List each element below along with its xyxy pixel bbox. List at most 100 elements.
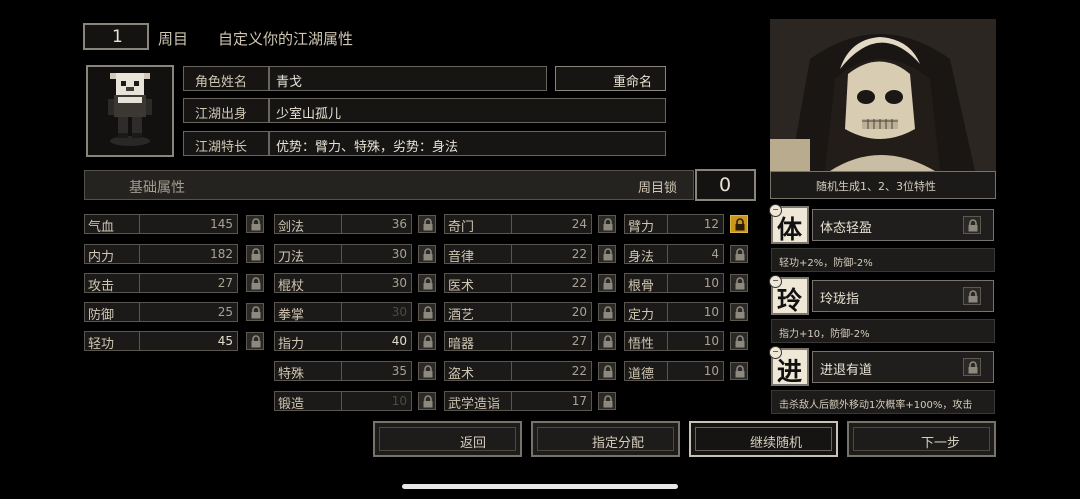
base-attr-title: 基础属性 [129,180,185,196]
avatar-frame [86,65,174,157]
name-label: 角色姓名 [195,75,248,90]
trait-box[interactable]: 玲珑指 [812,280,994,312]
trait-icon-char: 体 [777,215,803,244]
next-button[interactable]: 下一步 [847,421,996,457]
stat-col3-row: 武学造诣 17 [444,391,592,412]
lock-icon[interactable] [598,332,616,350]
trait-icon: − 玲 [769,275,809,315]
stat-col4-row: 道德 10 [624,361,724,382]
avatar [108,73,152,146]
origin-label-box: 江湖出身 [183,98,269,123]
trait-box[interactable]: 进退有道 [812,351,994,383]
trait-icon: − 进 [769,346,809,386]
back-button[interactable]: 返回 [373,421,522,457]
stat-value: 17 [571,394,587,408]
lock-icon[interactable] [963,216,981,234]
stat-col1-row: 攻击 27 [84,273,238,294]
stat-col2-row: 拳掌 30 [274,302,412,323]
lock-icon[interactable] [418,392,436,410]
round-lock-label: 周目锁 [638,181,678,196]
character-portrait [770,19,996,171]
stat-col2-row: 锻造 10 [274,391,412,412]
stat-col1-row: 气血 145 [84,214,238,235]
trait-desc: 指力+10，防御-2% [779,329,870,340]
trait-desc-box: 轻功+2%，防御-2% [771,248,995,272]
lock-icon[interactable] [730,303,748,321]
stat-name: 臂力 [628,220,655,235]
lock-icon[interactable] [963,358,981,376]
stat-value: 30 [391,305,407,319]
lock-icon[interactable] [598,303,616,321]
stat-value: 10 [391,394,407,408]
stat-name: 盗术 [448,367,475,382]
lock-icon[interactable] [246,215,264,233]
stat-name: 防御 [88,308,115,323]
lock-icon[interactable] [418,303,436,321]
stat-name: 根骨 [628,279,655,294]
lock-icon[interactable] [418,362,436,380]
name-label-box: 角色姓名 [183,66,269,91]
stat-name: 攻击 [88,279,115,294]
page-title: 自定义你的江湖属性 [218,30,354,48]
name-field[interactable]: 青戈 [269,66,547,91]
trait-icon-char: 玲 [777,286,803,315]
stat-name: 定力 [628,308,655,323]
specialty-label: 江湖特长 [195,140,248,155]
lock-icon[interactable] [598,362,616,380]
lock-icon[interactable] [246,245,264,263]
traits-header: 随机生成1、2、3位特性 [770,171,996,199]
stat-name: 音律 [448,250,475,265]
specialty-label-box: 江湖特长 [183,131,269,156]
specialty-field: 优势：臂力、特殊，劣势：身法 [269,131,666,156]
stat-value: 30 [391,247,407,261]
lock-icon[interactable] [730,245,748,263]
round-number-box: 1 [83,23,149,50]
assign-button-label: 指定分配 [591,436,644,451]
round-lock-value-box[interactable]: 0 [695,169,756,201]
stat-value: 25 [217,305,233,319]
lock-icon[interactable] [730,332,748,350]
stat-name: 气血 [88,220,115,235]
lock-icon[interactable] [246,332,264,350]
back-button-label: 返回 [459,436,486,451]
round-label: 周目 [158,30,189,48]
lock-icon[interactable] [598,274,616,292]
lock-icon[interactable] [246,303,264,321]
lock-icon[interactable] [418,274,436,292]
lock-icon[interactable] [598,215,616,233]
stat-value: 24 [571,217,587,231]
traits-header-label: 随机生成1、2、3位特性 [816,180,936,193]
stat-name: 悟性 [628,337,655,352]
trait-name: 进退有道 [820,363,873,378]
stat-col2-row: 剑法 36 [274,214,412,235]
next-button-label: 下一步 [920,436,960,451]
lock-icon[interactable] [598,392,616,410]
stat-name: 酒艺 [448,308,475,323]
stat-value: 10 [703,276,719,290]
stat-value: 10 [703,334,719,348]
lock-icon[interactable] [730,362,748,380]
lock-icon[interactable] [598,245,616,263]
name-value: 青戈 [276,75,303,90]
stat-col2-row: 特殊 35 [274,361,412,382]
trait-desc: 击杀敌人后额外移动1次概率+100%，攻击 [779,400,973,411]
stat-col2-row: 棍杖 30 [274,273,412,294]
lock-icon[interactable] [418,332,436,350]
rename-button[interactable]: 重命名 [555,66,666,91]
stat-value: 40 [391,334,407,348]
reroll-button[interactable]: 继续随机 [689,421,838,457]
lock-icon[interactable] [418,215,436,233]
stat-col3-row: 医术 22 [444,273,592,294]
lock-icon[interactable] [963,287,981,305]
lock-icon[interactable] [418,245,436,263]
lock-icon[interactable] [730,274,748,292]
lock-icon[interactable] [730,215,748,233]
lock-icon[interactable] [246,274,264,292]
base-attr-bar: 基础属性 周目锁 [84,170,694,200]
stat-value: 30 [391,276,407,290]
reroll-button-label: 继续随机 [749,436,802,451]
trait-box[interactable]: 体态轻盈 [812,209,994,241]
assign-button[interactable]: 指定分配 [531,421,680,457]
stat-value: 20 [571,305,587,319]
stat-name: 锻造 [278,397,305,412]
